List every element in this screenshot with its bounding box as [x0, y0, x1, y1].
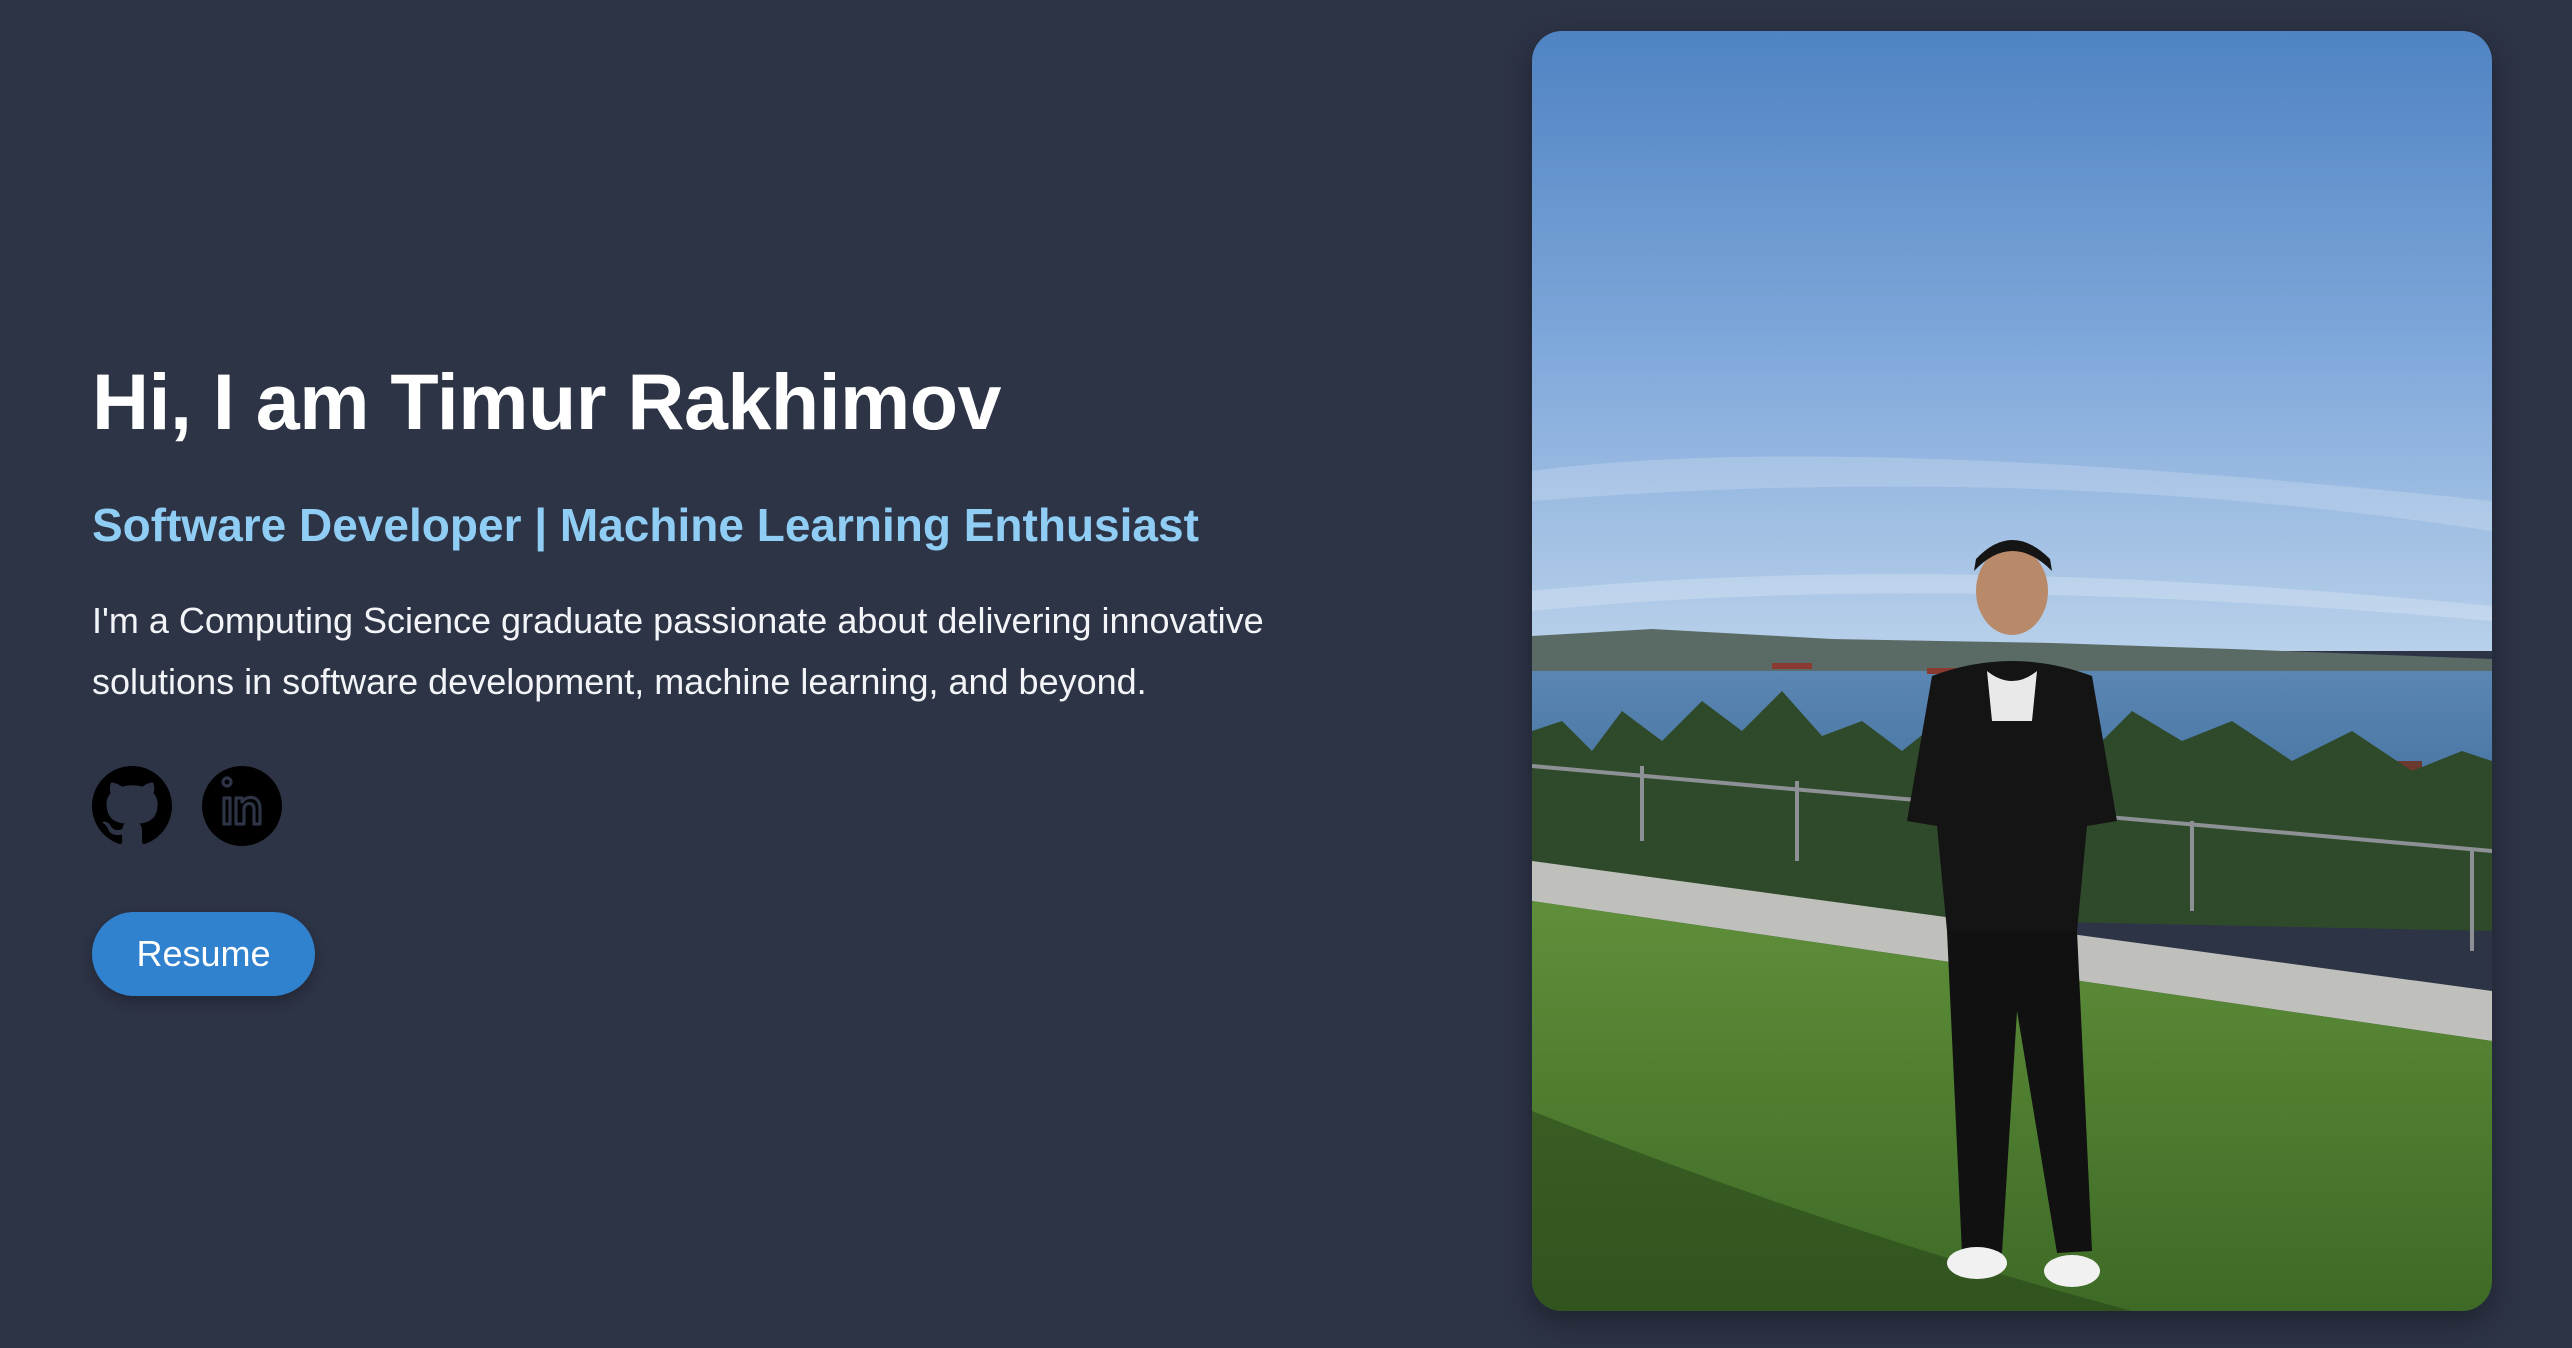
resume-button[interactable]: Resume	[92, 912, 315, 996]
hero-section: Hi, I am Timur Rakhimov Software Develop…	[0, 0, 2572, 1348]
linkedin-icon	[202, 766, 282, 846]
page-title: Hi, I am Timur Rakhimov	[92, 357, 1001, 446]
hero-subtitle: Software Developer | Machine Learning En…	[92, 499, 1199, 551]
linkedin-link[interactable]	[202, 766, 282, 846]
social-links	[92, 766, 1392, 846]
github-link[interactable]	[92, 766, 172, 846]
hero-intro: I'm a Computing Science graduate passion…	[92, 600, 1264, 702]
hero-text: Hi, I am Timur Rakhimov Software Develop…	[92, 350, 1392, 996]
github-icon	[92, 766, 172, 845]
profile-photo	[1532, 31, 2492, 1311]
profile-photo-image	[1532, 31, 2492, 1311]
